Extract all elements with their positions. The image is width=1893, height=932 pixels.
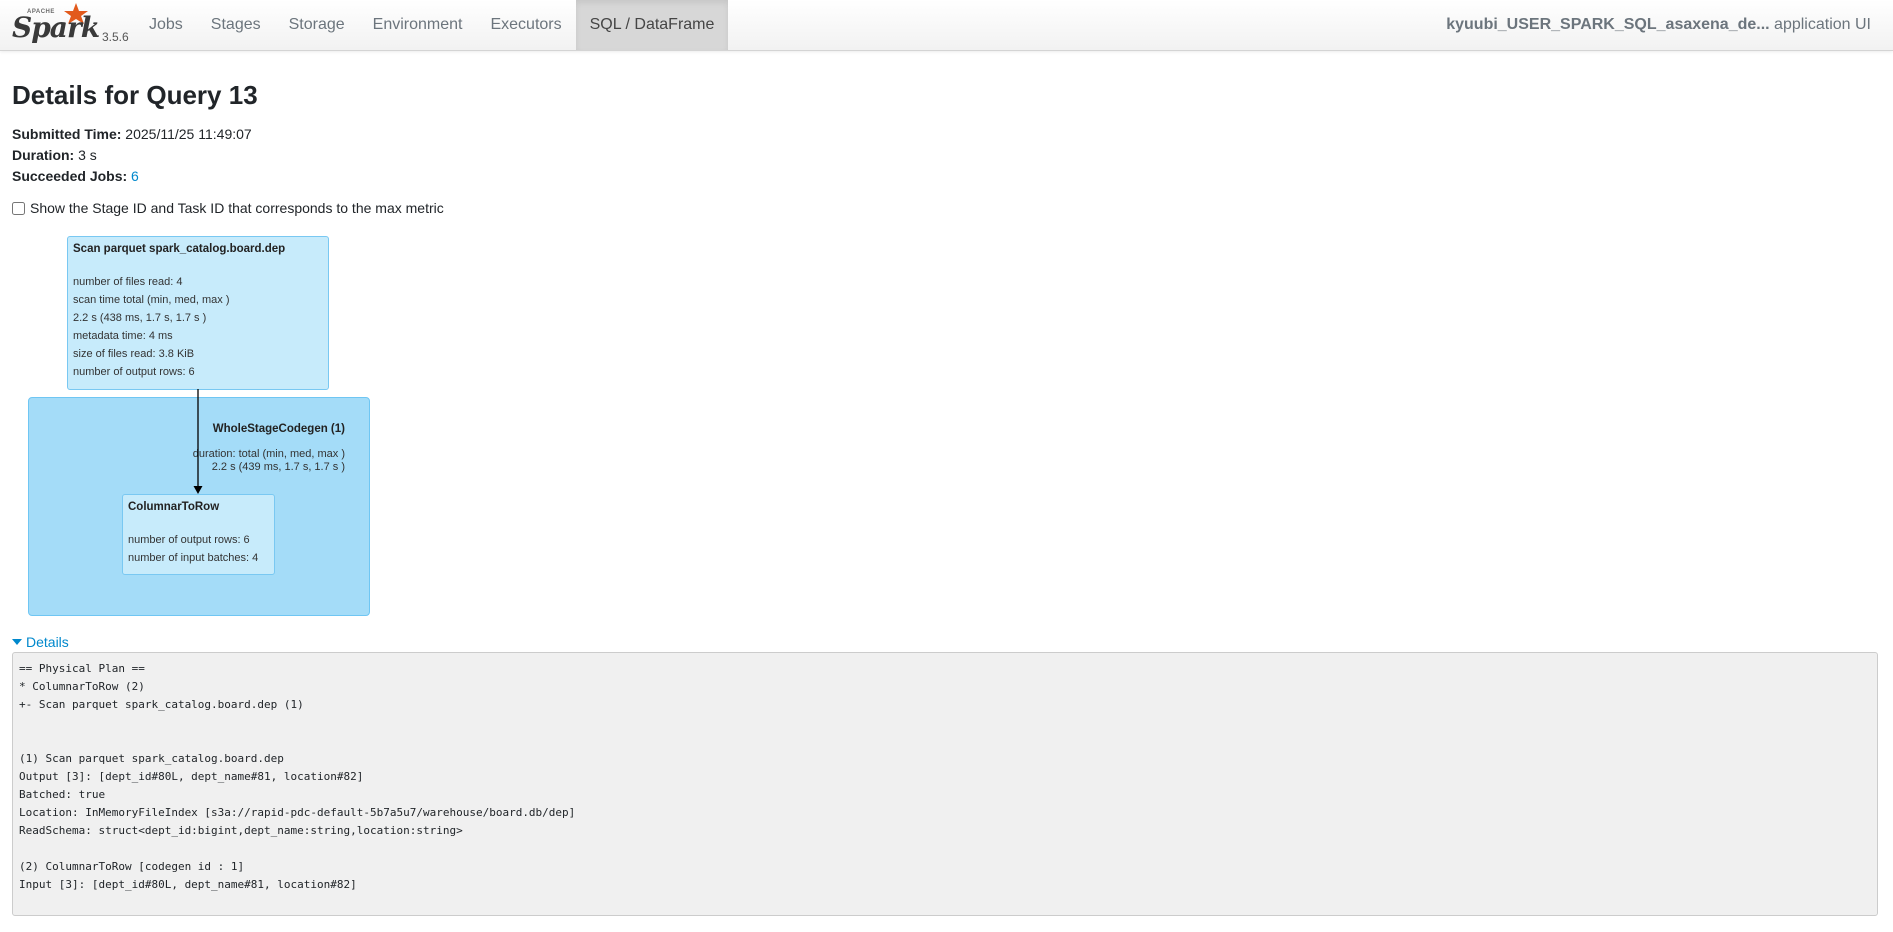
scan-node-content: Scan parquet spark_catalog.board.dep num… (73, 243, 285, 381)
spark-wordmark: Spark (12, 11, 100, 44)
tab-executors[interactable]: Executors (476, 0, 575, 50)
nav-tabs: Jobs Stages Storage Environment Executor… (135, 0, 729, 50)
succeeded-jobs-label: Succeeded Jobs: (12, 168, 128, 184)
scan-metric: 2.2 s (438 ms, 1.7 s, 1.7 s ) (73, 312, 207, 324)
succeeded-jobs-link[interactable]: 6 (131, 168, 139, 184)
top-navbar: APACHE Spark 3.5.6 Jobs Stages Storage E… (0, 0, 1893, 51)
scan-metric: scan time total (min, med, max ) (73, 294, 230, 306)
tab-sql-dataframe[interactable]: SQL / DataFrame (575, 0, 729, 50)
duration-value: 3 s (74, 147, 97, 163)
max-metric-label: Show the Stage ID and Task ID that corre… (30, 200, 444, 216)
details-toggle-label: Details (26, 634, 69, 650)
succeeded-jobs-row: Succeeded Jobs: 6 (12, 166, 252, 187)
scan-metric: size of files read: 3.8 KiB (73, 348, 195, 360)
cluster-duration-value: 2.2 s (439 ms, 1.7 s, 1.7 s ) (211, 461, 345, 473)
spark-version: 3.5.6 (102, 30, 129, 44)
details-toggle[interactable]: Details (12, 634, 69, 650)
page-title: Details for Query 13 (12, 80, 258, 110)
app-name: kyuubi_USER_SPARK_SQL_asaxena_de... (1446, 16, 1770, 33)
application-title[interactable]: kyuubi_USER_SPARK_SQL_asaxena_de... appl… (1446, 0, 1871, 50)
submitted-time-row: Submitted Time: 2025/11/25 11:49:07 (12, 124, 252, 145)
c2r-node-title: ColumnarToRow (128, 501, 220, 513)
scan-metric: number of files read: 4 (73, 276, 183, 288)
max-metric-option[interactable]: Show the Stage ID and Task ID that corre… (12, 200, 444, 216)
scan-node-title: Scan parquet spark_catalog.board.dep (73, 243, 286, 255)
submitted-time-label: Submitted Time: (12, 126, 122, 142)
spark-logo[interactable]: APACHE Spark 3.5.6 (10, 2, 129, 48)
tab-storage[interactable]: Storage (275, 0, 359, 50)
cluster-duration-label: duration: total (min, med, max ) (192, 448, 345, 460)
tab-jobs[interactable]: Jobs (135, 0, 197, 50)
query-summary: Submitted Time: 2025/11/25 11:49:07 Dura… (12, 124, 252, 187)
submitted-time-value: 2025/11/25 11:49:07 (121, 126, 252, 142)
caret-down-icon (12, 639, 22, 645)
cluster-title: WholeStageCodegen (1) (212, 423, 345, 435)
c2r-metric: number of output rows: 6 (128, 534, 250, 546)
tab-stages[interactable]: Stages (197, 0, 275, 50)
scan-metric: number of output rows: 6 (73, 366, 195, 378)
scan-parquet-node[interactable]: Scan parquet spark_catalog.board.dep num… (67, 236, 329, 390)
max-metric-checkbox[interactable] (12, 201, 25, 215)
c2r-metric: number of input batches: 4 (128, 552, 259, 564)
scan-metric: metadata time: 4 ms (73, 330, 173, 342)
duration-label: Duration: (12, 147, 75, 163)
c2r-node-content: ColumnarToRow number of output rows: 6 n… (128, 501, 258, 567)
tab-environment[interactable]: Environment (359, 0, 477, 50)
app-suffix: application UI (1769, 16, 1871, 33)
physical-plan-text: == Physical Plan == * ColumnarToRow (2) … (12, 652, 1878, 916)
duration-row: Duration: 3 s (12, 145, 252, 166)
columnar-to-row-node[interactable]: ColumnarToRow number of output rows: 6 n… (122, 494, 275, 575)
